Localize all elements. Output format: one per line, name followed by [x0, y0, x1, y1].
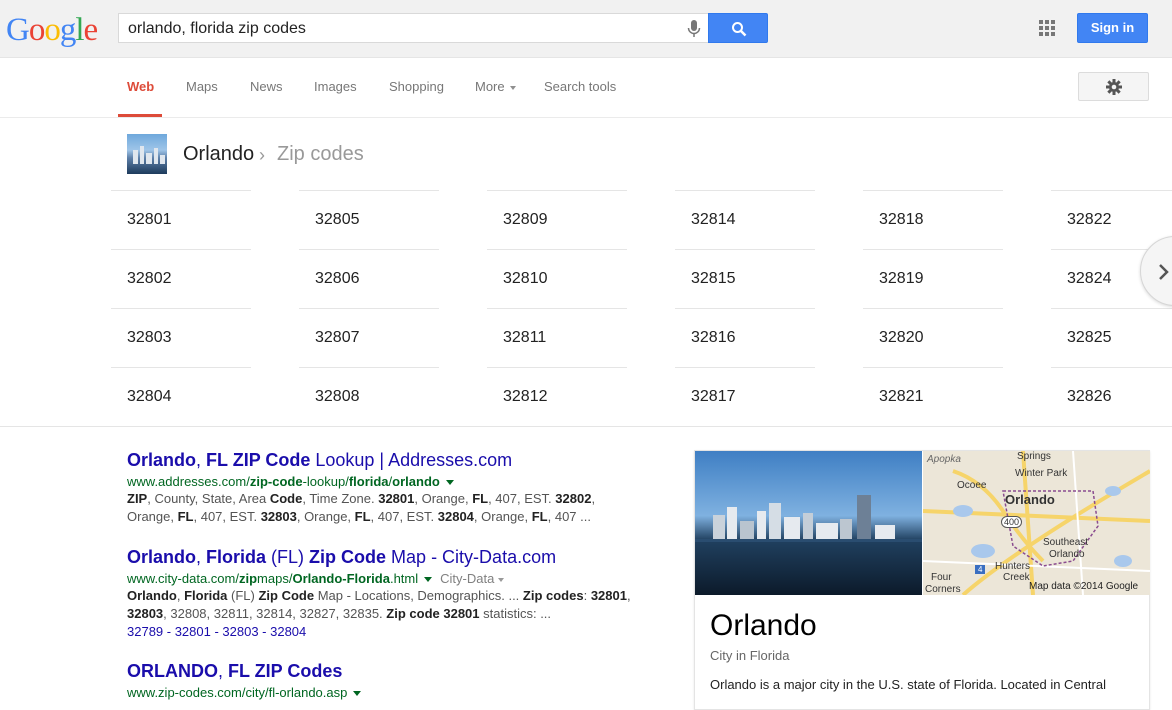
map-credit: Map data ©2014 Google	[1029, 581, 1139, 592]
map-label-orlando: Orlando	[1005, 492, 1055, 507]
zip-code-cell[interactable]: 32810	[487, 249, 627, 308]
orlando-skyline-photo[interactable]	[695, 451, 922, 595]
map-label-southeast-orlando: Orlando	[1049, 549, 1085, 560]
logo-letter: g	[59, 12, 76, 48]
zip-code-cell[interactable]: 32817	[675, 367, 815, 426]
result-url: www.addresses.com/zip-code-lookup/florid…	[127, 474, 667, 489]
zip-code-cell[interactable]: 32805	[299, 190, 439, 249]
gear-icon	[1106, 79, 1122, 95]
result-url: www.zip-codes.com/city/fl-orlando.asp	[127, 685, 667, 700]
search-button[interactable]	[708, 13, 768, 43]
tab-web[interactable]: Web	[127, 79, 154, 94]
breadcrumb-separator: ›	[259, 145, 265, 165]
logo-letter: G	[6, 12, 30, 48]
tab-maps[interactable]: Maps	[186, 79, 218, 94]
orlando-thumbnail[interactable]	[127, 134, 167, 174]
zip-code-cell[interactable]: 32804	[111, 367, 251, 426]
divider	[0, 426, 1172, 427]
zip-code-cell[interactable]: 32822	[1051, 190, 1172, 249]
top-header: Google Sign in	[0, 0, 1172, 58]
sign-in-button[interactable]: Sign in	[1077, 13, 1148, 43]
zip-code-cell[interactable]: 32821	[863, 367, 1003, 426]
url-options-caret-icon[interactable]	[424, 577, 433, 583]
zip-code-cell[interactable]: 32818	[863, 190, 1003, 249]
logo-letter: e	[83, 12, 99, 48]
search-input[interactable]	[128, 20, 668, 38]
search-result: ORLANDO, FL ZIP Codes www.zip-codes.com/c…	[127, 661, 667, 700]
settings-button[interactable]	[1078, 72, 1149, 101]
tab-search-tools[interactable]: Search tools	[544, 79, 616, 94]
active-tab-indicator	[118, 114, 162, 117]
search-box[interactable]	[118, 13, 708, 43]
search-result: Orlando, Florida (FL) Zip Code Map - Cit…	[127, 547, 667, 641]
zip-code-cell[interactable]: 32816	[675, 308, 815, 367]
map-label-apopka: Apopka	[927, 454, 961, 465]
result-sitelinks[interactable]: 32789 - 32801 - 32803 - 32804	[127, 623, 667, 641]
entity-title[interactable]: Orlando	[183, 143, 254, 166]
microphone-icon[interactable]	[686, 19, 702, 39]
tab-images[interactable]: Images	[314, 79, 357, 94]
result-snippet: ZIP, County, State, Area Code, Time Zone…	[127, 491, 596, 524]
result-title-link[interactable]: ORLANDO, FL ZIP Codes	[127, 661, 667, 682]
highway-400-shield: 400	[1001, 516, 1023, 528]
chevron-down-icon[interactable]	[498, 577, 505, 582]
zip-code-cell[interactable]: 32812	[487, 367, 627, 426]
map-label-springs: Springs	[1017, 451, 1051, 462]
zip-code-cell[interactable]: 32808	[299, 367, 439, 426]
map-label-creek: Creek	[1003, 572, 1030, 583]
map-label-ocoee: Ocoee	[957, 480, 987, 491]
map-label-four: Four	[931, 572, 952, 583]
apps-grid-icon[interactable]	[1039, 20, 1055, 36]
google-logo[interactable]: Google	[6, 12, 99, 49]
zip-code-cell[interactable]: 32820	[863, 308, 1003, 367]
zip-code-cell[interactable]: 32802	[111, 249, 251, 308]
knowledge-panel-description: Orlando is a major city in the U.S. stat…	[710, 677, 1106, 692]
chevron-right-icon	[1159, 264, 1169, 280]
zip-code-cell[interactable]: 32819	[863, 249, 1003, 308]
zip-code-cell[interactable]: 32807	[299, 308, 439, 367]
map-label-winter-park: Winter Park	[1015, 468, 1068, 479]
entity-subtitle: Zip codes	[277, 143, 364, 165]
zip-code-cell[interactable]: 32806	[299, 249, 439, 308]
zip-code-cell[interactable]: 32811	[487, 308, 627, 367]
zip-code-cell[interactable]: 32814	[675, 190, 815, 249]
tab-more[interactable]: More	[475, 79, 516, 94]
zip-code-cell[interactable]: 32825	[1051, 308, 1172, 367]
logo-letter: o	[44, 12, 60, 48]
interstate-4-shield: 4	[975, 565, 986, 574]
result-snippet: Orlando, Florida (FL) Zip Code Map - Loc…	[127, 588, 631, 621]
knowledge-panel: Apopka Springs Winter Park Ocoee Orlando…	[694, 450, 1150, 710]
map-label-southeast: Southeast	[1043, 537, 1089, 548]
zip-code-cell[interactable]: 32809	[487, 190, 627, 249]
search-result: Orlando, FL ZIP Code Lookup | Addresses.…	[127, 450, 667, 526]
result-title-link[interactable]: Orlando, FL ZIP Code Lookup | Addresses.…	[127, 450, 667, 471]
result-category[interactable]: City-Data	[440, 571, 494, 586]
map-label-hunters: Hunters	[995, 561, 1031, 572]
result-title-link[interactable]: Orlando, Florida (FL) Zip Code Map - Cit…	[127, 547, 667, 568]
search-tabs: Web Maps News Images Shopping More Searc…	[0, 58, 1172, 118]
url-options-caret-icon[interactable]	[353, 691, 362, 697]
logo-letter: l	[75, 12, 84, 48]
search-icon	[732, 22, 747, 37]
zip-code-cell[interactable]: 32801	[111, 190, 251, 249]
zip-code-cell[interactable]: 32803	[111, 308, 251, 367]
orlando-map[interactable]: Apopka Springs Winter Park Ocoee Orlando…	[923, 451, 1150, 595]
zip-code-cell[interactable]: 32815	[675, 249, 815, 308]
map-label-corners: Corners	[925, 584, 961, 595]
knowledge-panel-title: Orlando	[710, 609, 817, 642]
result-url: www.city-data.com/zipmaps/Orlando-Florid…	[127, 571, 667, 586]
logo-letter: o	[28, 12, 45, 48]
zip-code-cell[interactable]: 32826	[1051, 367, 1172, 426]
url-options-caret-icon[interactable]	[445, 480, 454, 486]
knowledge-panel-subtitle: City in Florida	[710, 648, 790, 663]
tab-news[interactable]: News	[250, 79, 283, 94]
tab-more-label: More	[475, 79, 505, 94]
chevron-down-icon	[509, 85, 516, 90]
tab-shopping[interactable]: Shopping	[389, 79, 444, 94]
